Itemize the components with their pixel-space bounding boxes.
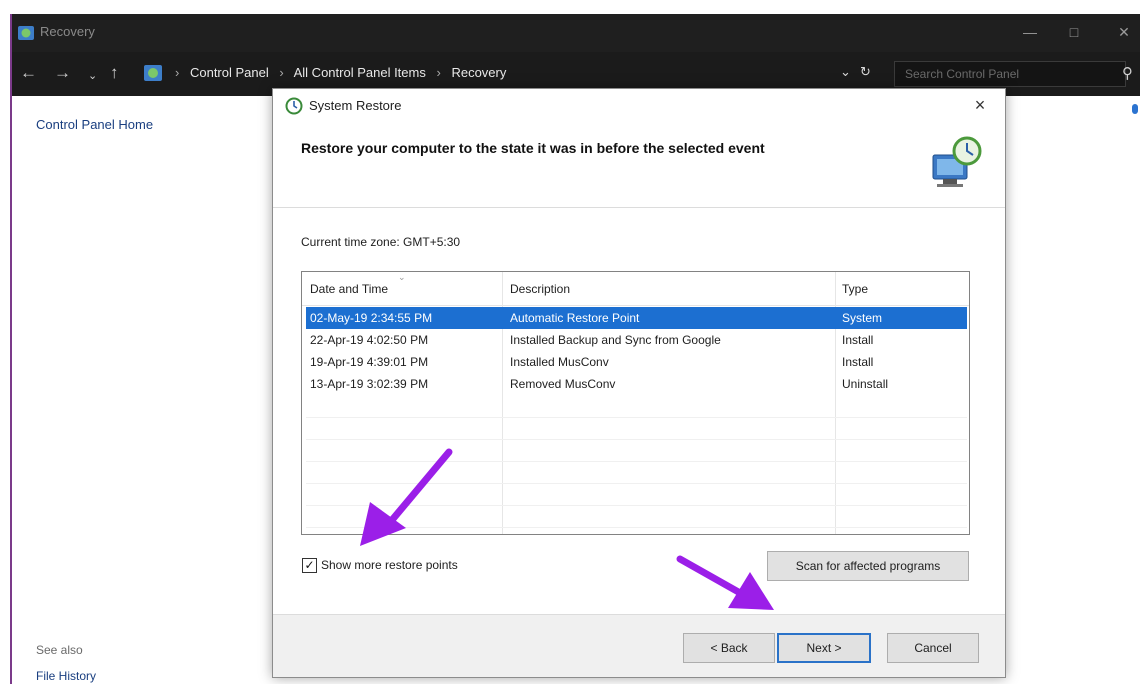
breadcrumb-separator-icon: › [175, 65, 180, 80]
show-more-restore-points-checkbox[interactable]: ✓ [302, 558, 317, 573]
list-header: Date and Time ⌄ Description Type [302, 272, 969, 306]
column-type[interactable]: Type [842, 282, 868, 296]
recovery-app-icon [18, 26, 34, 40]
column-description[interactable]: Description [510, 282, 570, 296]
row-description: Automatic Restore Point [510, 311, 640, 325]
help-icon[interactable] [1132, 104, 1138, 114]
close-window-button[interactable]: ✕ [1112, 20, 1136, 44]
row-date: 22-Apr-19 4:02:50 PM [310, 333, 429, 347]
row-type: Install [842, 333, 874, 347]
restore-computer-icon [932, 136, 982, 187]
row-description: Installed MusConv [510, 355, 609, 369]
row-type: System [842, 311, 883, 325]
row-date: 02-May-19 2:34:55 PM [310, 311, 433, 325]
refresh-icon[interactable]: ↻ [860, 64, 871, 80]
search-icon[interactable]: ⚲ [1122, 64, 1133, 82]
address-dropdown-chevron-icon[interactable]: ⌄ [840, 64, 851, 80]
dialog-heading: Restore your computer to the state it wa… [301, 140, 765, 156]
table-row[interactable]: 22-Apr-19 4:02:50 PM Installed Backup an… [306, 329, 967, 351]
breadcrumb-control-panel[interactable]: Control Panel [190, 65, 269, 80]
window-title: Recovery [40, 24, 95, 39]
forward-arrow-icon[interactable]: → [54, 64, 71, 82]
row-type: Uninstall [842, 377, 889, 391]
breadcrumb-recovery[interactable]: Recovery [451, 65, 506, 80]
dialog-close-button[interactable]: × [967, 93, 993, 117]
row-gridline [306, 417, 967, 418]
table-row[interactable]: 13-Apr-19 3:02:39 PM Removed MusConv Uni… [306, 373, 967, 395]
outer-frame-top [0, 0, 1140, 12]
scan-affected-programs-button[interactable]: Scan for affected programs [767, 551, 969, 581]
column-date-time[interactable]: Date and Time [310, 282, 388, 296]
dialog-title: System Restore [309, 98, 402, 113]
row-description: Installed Backup and Sync from Google [510, 333, 721, 347]
breadcrumb-all-items[interactable]: All Control Panel Items [294, 65, 426, 80]
header-divider [273, 207, 1005, 208]
minimize-button[interactable]: — [1018, 20, 1042, 44]
table-row[interactable]: 02-May-19 2:34:55 PM Automatic Restore P… [306, 307, 967, 329]
up-arrow-icon[interactable]: ↑ [110, 64, 119, 82]
next-button[interactable]: Next > [777, 633, 871, 663]
restore-points-list[interactable]: Date and Time ⌄ Description Type 02-May-… [301, 271, 970, 535]
timezone-label: Current time zone: GMT+5:30 [301, 235, 461, 249]
see-also-label: See also [36, 643, 83, 657]
row-gridline [306, 439, 967, 440]
row-gridline [306, 461, 967, 462]
window-title-bar: Recovery — □ ✕ [12, 14, 1140, 52]
row-type: Install [842, 355, 874, 369]
row-gridline [306, 483, 967, 484]
row-date: 19-Apr-19 4:39:01 PM [310, 355, 429, 369]
row-description: Removed MusConv [510, 377, 616, 391]
system-restore-dialog: System Restore × Restore your computer t… [272, 88, 1006, 678]
row-gridline [306, 505, 967, 506]
row-gridline [306, 527, 967, 528]
show-more-restore-points-label[interactable]: Show more restore points [321, 558, 458, 572]
cancel-button[interactable]: Cancel [887, 633, 979, 663]
back-button[interactable]: < Back [683, 633, 775, 663]
outer-frame-left [0, 12, 10, 684]
search-input[interactable]: Search Control Panel [894, 61, 1126, 87]
back-arrow-icon[interactable]: ← [20, 64, 37, 82]
maximize-button[interactable]: □ [1062, 20, 1086, 44]
breadcrumb-separator-icon: › [279, 65, 284, 80]
breadcrumb: › Control Panel › All Control Panel Item… [168, 65, 506, 80]
breadcrumb-separator-icon: › [436, 65, 441, 80]
file-history-link[interactable]: File History [36, 669, 96, 683]
row-date: 13-Apr-19 3:02:39 PM [310, 377, 429, 391]
recent-locations-chevron-icon[interactable]: ⌄ [88, 67, 97, 85]
control-panel-icon [144, 65, 162, 81]
sort-indicator-icon: ⌄ [398, 272, 406, 282]
table-row[interactable]: 19-Apr-19 4:39:01 PM Installed MusConv I… [306, 351, 967, 373]
control-panel-home-link[interactable]: Control Panel Home [36, 117, 153, 132]
window-border [10, 14, 12, 684]
system-restore-icon [285, 97, 303, 115]
